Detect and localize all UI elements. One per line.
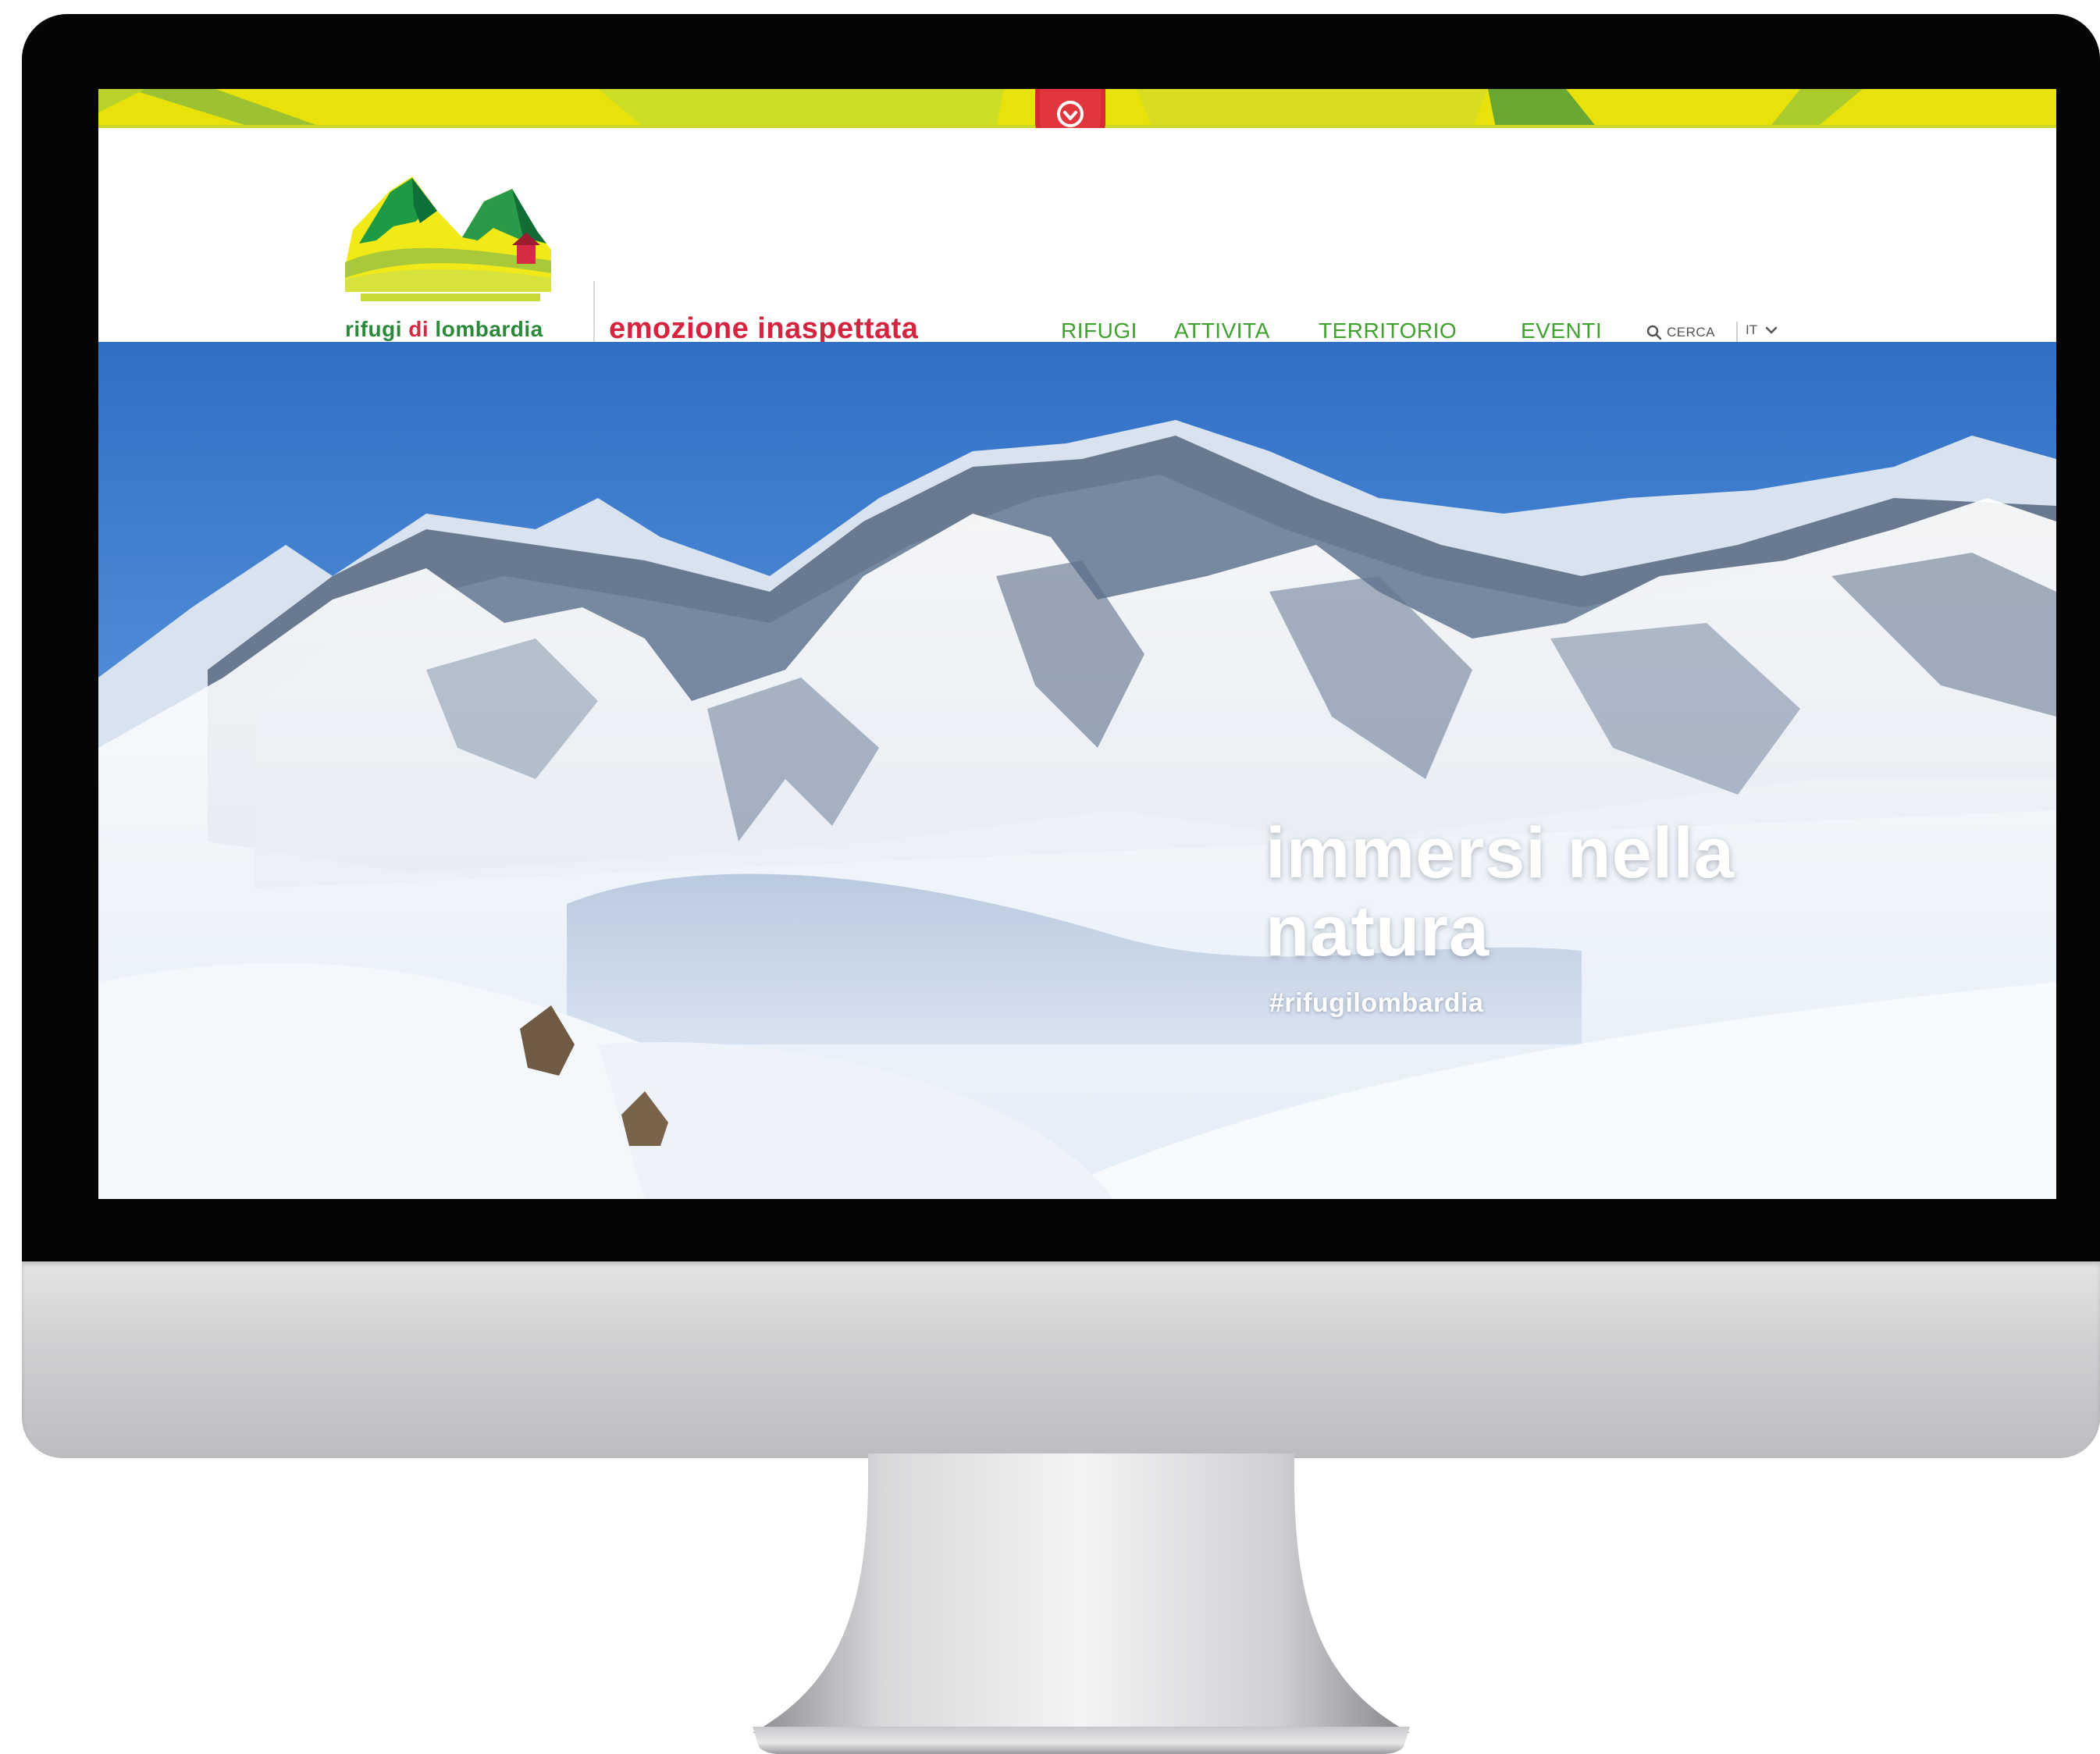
chevron-down-icon (1765, 326, 1778, 334)
hero-banner: immersi nella natura #rifugilombardia (98, 342, 2056, 1199)
hero-title: immersi nella natura (1265, 814, 1735, 970)
brand-tagline: emozione inaspettata (609, 312, 919, 345)
search-label: CERCA (1667, 325, 1716, 340)
language-label: IT (1746, 322, 1758, 337)
hero-title-line-2: natura (1265, 891, 1490, 971)
logo-wordmark: rifugi di lombardia (345, 317, 543, 341)
search-button[interactable]: CERCA (1646, 322, 1715, 343)
nav-item-eventi[interactable]: EVENTI (1521, 318, 1602, 343)
monitor-stand (753, 1453, 1410, 1754)
nav-item-attivita[interactable]: ATTIVITA (1174, 318, 1270, 343)
nav-item-territorio[interactable]: TERRITORIO (1319, 318, 1457, 343)
hero-mountain-image (98, 342, 2056, 1199)
rifugi-lombardia-logo[interactable] (345, 175, 551, 306)
header-divider (593, 281, 595, 350)
browser-screen: rifugi di lombardia emozione inaspettata… (98, 89, 2056, 1199)
language-divider (1736, 322, 1738, 343)
monitor-chin (22, 1261, 2100, 1458)
search-icon (1646, 325, 1662, 340)
language-selector[interactable]: IT (1746, 322, 1778, 338)
hero-hashtag: #rifugilombardia (1269, 988, 1484, 1018)
nav-item-rifugi[interactable]: RIFUGI (1061, 318, 1137, 343)
hero-title-line-1: immersi nella (1265, 813, 1735, 893)
